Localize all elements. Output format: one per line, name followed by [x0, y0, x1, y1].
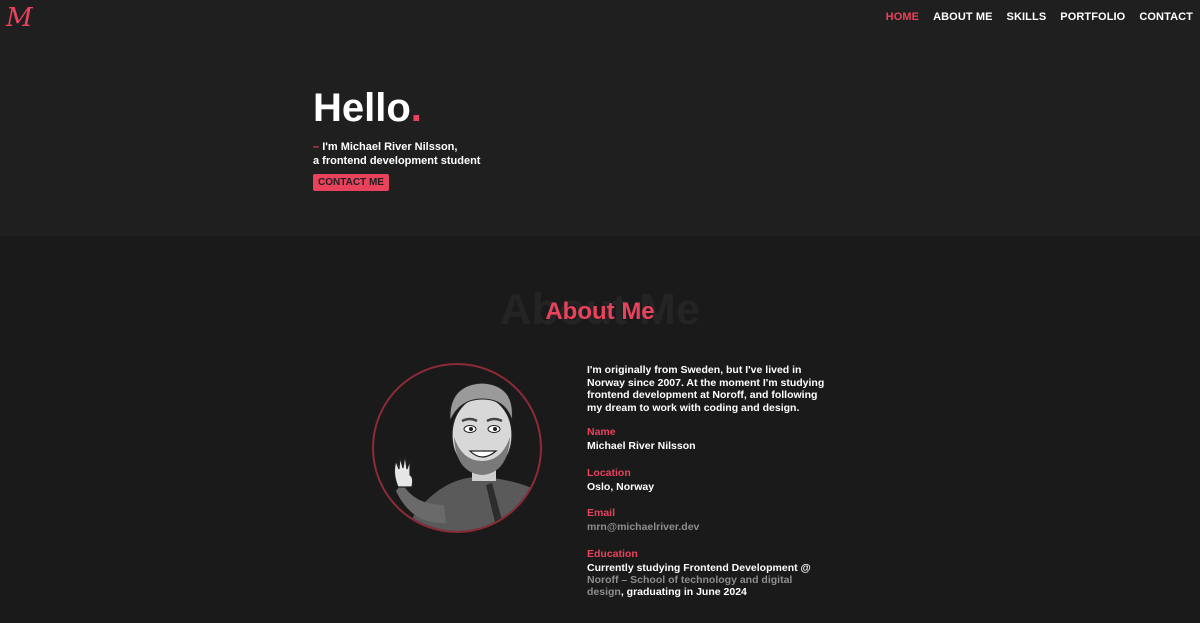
- hero-title: Hello.: [313, 86, 422, 130]
- page: Hello. – I'm Michael River Nilsson, a fr…: [0, 0, 1200, 623]
- hero-dash: –: [313, 141, 320, 153]
- contact-me-button[interactable]: CONTACT ME: [313, 174, 389, 191]
- name-value: Michael River Nilsson: [587, 440, 696, 452]
- nav-item-skills[interactable]: SKILLS: [1007, 11, 1047, 23]
- avatar-illustration: [393, 382, 540, 531]
- avatar: [372, 363, 542, 533]
- nav-item-contact[interactable]: CONTACT: [1139, 11, 1193, 23]
- education-value: Currently studying Frontend Development …: [587, 562, 827, 598]
- nav-item-about-me[interactable]: ABOUT ME: [933, 11, 992, 23]
- hero-title-dot: .: [410, 86, 422, 130]
- email-label: Email: [587, 507, 616, 519]
- name-label: Name: [587, 426, 616, 438]
- hero-subtitle: a frontend development student: [313, 155, 481, 167]
- logo[interactable]: M: [6, 2, 33, 34]
- email-link[interactable]: mrn@michaelriver.dev: [587, 521, 699, 533]
- about-heading: About Me: [545, 298, 655, 325]
- location-value: Oslo, Norway: [587, 481, 655, 493]
- location-label: Location: [587, 467, 631, 479]
- hero-intro-line: – I'm Michael River Nilsson,: [313, 140, 457, 154]
- hero-intro-text: I'm Michael River Nilsson,: [322, 141, 458, 153]
- nav-item-home[interactable]: HOME: [886, 11, 919, 23]
- top-nav: M HOME ABOUT ME SKILLS PORTFOLIO CONTACT: [0, 0, 1200, 36]
- education-prefix: Currently studying Frontend Development …: [587, 562, 811, 574]
- nav-item-portfolio[interactable]: PORTFOLIO: [1060, 11, 1125, 23]
- education-label: Education: [587, 548, 638, 560]
- education-suffix: , graduating in June 2024: [620, 586, 747, 598]
- bio-text: I'm originally from Sweden, but I've liv…: [587, 364, 825, 414]
- email-value: mrn@michaelriver.dev: [587, 521, 699, 533]
- nav-menu: HOME ABOUT ME SKILLS PORTFOLIO CONTACT: [886, 11, 1193, 23]
